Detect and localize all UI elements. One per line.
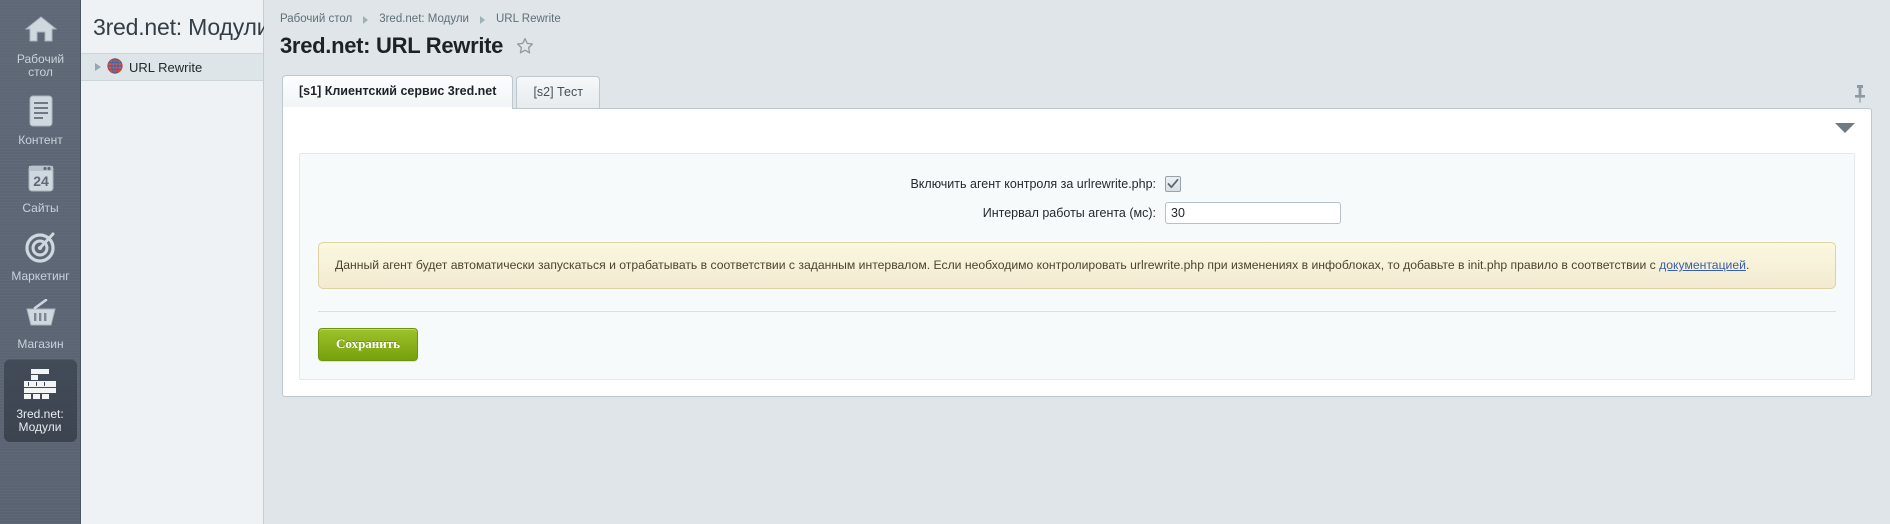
sidebar-item-sites[interactable]: 24 Сайты [0, 155, 81, 223]
sidebar-item-3red-modules-label: 3red.net: Модули [6, 408, 75, 434]
info-notice: Данный агент будет автоматически запуска… [318, 242, 1836, 289]
panel-header [283, 109, 1871, 153]
sidebar-item-sites-label: Сайты [2, 202, 79, 215]
field-row-agent-enable: Включить агент контроля за urlrewrite.ph… [300, 176, 1854, 192]
home-icon [2, 14, 79, 48]
sidebar-item-marketing[interactable]: Маркетинг [0, 223, 81, 291]
sidebar-item-desktop[interactable]: Рабочий стол [0, 6, 81, 87]
3red-logo-icon [6, 369, 75, 403]
module-tree-panel: 3red.net: Модули URL Rewrite [81, 0, 264, 524]
tab-s2-label: [s2] Тест [533, 85, 582, 99]
button-row: Сохранить [300, 312, 1854, 361]
field-row-agent-interval: Интервал работы агента (мс): [300, 202, 1854, 224]
calendar-24-icon: 24 [2, 163, 79, 197]
agent-enable-label: Включить агент контроля за urlrewrite.ph… [300, 177, 1165, 191]
sidebar-item-desktop-label: Рабочий стол [2, 53, 79, 79]
work-area: Рабочий стол 3red.net: Модули URL Rewrit… [264, 0, 1890, 524]
star-outline-icon[interactable] [516, 37, 534, 55]
target-icon [2, 231, 79, 265]
tree-panel-title: 3red.net: Модули [81, 0, 263, 51]
module-tree: URL Rewrite [81, 53, 263, 81]
breadcrumb-separator-icon [480, 16, 485, 24]
document-icon [2, 95, 79, 129]
save-button[interactable]: Сохранить [318, 328, 418, 361]
sidebar-item-content-label: Контент [2, 134, 79, 147]
sidebar-item-shop-label: Магазин [2, 338, 79, 351]
tab-s1-client-service[interactable]: [s1] Клиентский сервис 3red.net [282, 75, 513, 108]
breadcrumb-item-1[interactable]: 3red.net: Модули [379, 13, 469, 25]
globe-icon [107, 58, 123, 77]
sidebar-item-shop[interactable]: Магазин [0, 291, 81, 359]
tree-node-url-rewrite[interactable]: URL Rewrite [81, 53, 263, 81]
sidebar-item-3red-modules[interactable]: 3red.net: Модули [4, 359, 77, 442]
chevron-down-icon[interactable] [1835, 123, 1855, 133]
tree-node-label: URL Rewrite [129, 60, 202, 75]
page-title: 3red.net: URL Rewrite [280, 33, 503, 59]
svg-text:24: 24 [33, 173, 49, 189]
agent-interval-input[interactable] [1165, 202, 1341, 224]
breadcrumb-item-0[interactable]: Рабочий стол [280, 13, 352, 25]
tab-s1-label: [s1] Клиентский сервис 3red.net [299, 84, 496, 98]
notice-text-after: . [1746, 258, 1749, 272]
breadcrumb-separator-icon [363, 16, 368, 24]
basket-icon [2, 299, 79, 333]
agent-enable-checkbox[interactable] [1165, 176, 1181, 192]
sidebar-item-marketing-label: Маркетинг [2, 270, 79, 283]
admin-page: Рабочий стол Контент [0, 0, 1890, 524]
page-title-row: 3red.net: URL Rewrite [264, 28, 1890, 62]
left-icon-bar: Рабочий стол Контент [0, 0, 81, 524]
sidebar-item-content[interactable]: Контент [0, 87, 81, 155]
settings-panel: Включить агент контроля за urlrewrite.ph… [282, 108, 1872, 397]
breadcrumb: Рабочий стол 3red.net: Модули URL Rewrit… [264, 0, 1890, 28]
chevron-right-icon[interactable] [91, 60, 105, 74]
agent-interval-label: Интервал работы агента (мс): [300, 206, 1165, 220]
documentation-link[interactable]: документацией [1659, 258, 1746, 272]
tab-s2-test[interactable]: [s2] Тест [516, 76, 599, 108]
notice-text-before: Данный агент будет автоматически запуска… [335, 258, 1659, 272]
breadcrumb-item-2[interactable]: URL Rewrite [496, 13, 561, 25]
settings-form: Включить агент контроля за urlrewrite.ph… [299, 153, 1855, 380]
tab-strip: [s1] Клиентский сервис 3red.net [s2] Тес… [282, 76, 1890, 108]
